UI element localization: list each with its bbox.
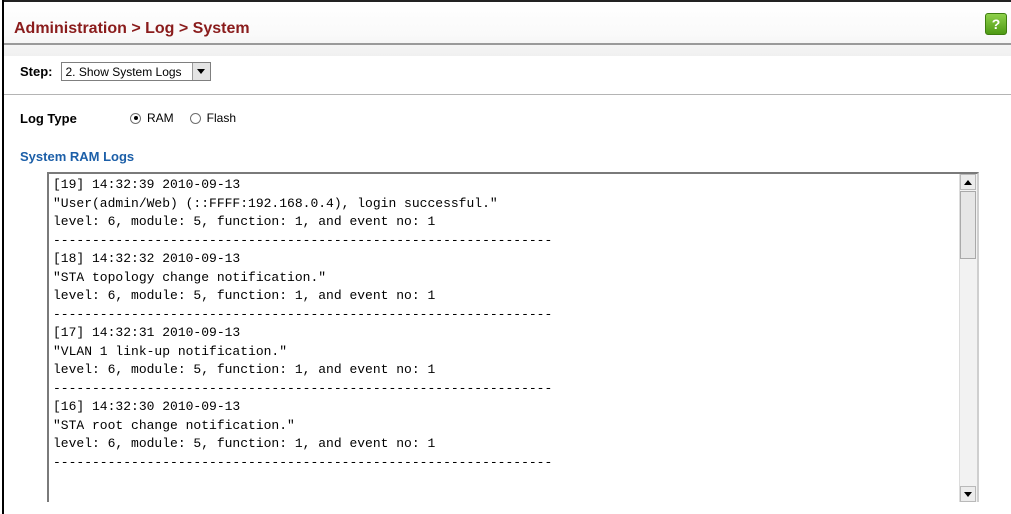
log-line: ----------------------------------------… — [53, 306, 553, 322]
log-type-flash-option[interactable]: Flash — [189, 111, 237, 125]
log-type-row: Log Type RAM Flash — [20, 107, 252, 129]
log-line: level: 6, module: 5, function: 1, and ev… — [53, 436, 436, 451]
radio-ram-label: RAM — [147, 111, 174, 125]
title-bar: Administration > Log > System ? — [4, 0, 1011, 56]
log-line: [17] 14:32:31 2010-09-13 — [53, 325, 241, 340]
log-line: ----------------------------------------… — [53, 380, 553, 396]
title-divider — [4, 43, 1011, 45]
log-type-ram-option[interactable]: RAM — [130, 111, 174, 125]
radio-flash[interactable] — [189, 112, 201, 124]
log-type-label: Log Type — [20, 110, 77, 126]
log-line: "User(admin/Web) (::FFFF:192.168.0.4), l… — [53, 195, 498, 211]
step-label: Step: — [20, 63, 53, 79]
log-line: "STA topology change notification." — [53, 269, 327, 285]
step-select-value: 2. Show System Logs — [65, 64, 182, 79]
help-icon[interactable]: ? — [985, 13, 1007, 35]
section-title: System RAM Logs — [20, 149, 135, 164]
log-line: "STA root change notification." — [53, 417, 295, 433]
log-line: ----------------------------------------… — [53, 232, 553, 248]
log-line: level: 6, module: 5, function: 1, and ev… — [53, 362, 436, 377]
log-line: [19] 14:32:39 2010-09-13 — [53, 177, 241, 192]
log-line: ----------------------------------------… — [53, 454, 553, 470]
log-content: [19] 14:32:39 2010-09-13 "User(admin/Web)… — [53, 176, 953, 496]
vertical-scrollbar[interactable] — [959, 174, 977, 502]
step-divider — [4, 94, 1011, 95]
page-title: Administration > Log > System — [14, 20, 250, 37]
scroll-down-arrow-icon[interactable] — [960, 486, 976, 502]
log-line: level: 6, module: 5, function: 1, and ev… — [53, 288, 436, 303]
step-select[interactable]: 2. Show System Logs — [60, 61, 211, 81]
radio-ram[interactable] — [130, 112, 141, 124]
log-line: [18] 14:32:32 2010-09-13 — [53, 251, 241, 266]
chevron-down-icon[interactable] — [191, 62, 210, 80]
step-row: Step: 2. Show System Logs — [20, 60, 211, 82]
page-frame-border — [2, 0, 4, 514]
radio-flash-label: Flash — [206, 111, 237, 125]
system-log-textarea[interactable]: [19] 14:32:39 2010-09-13 "User(admin/Web)… — [47, 172, 979, 502]
scroll-up-arrow-icon[interactable] — [960, 174, 976, 190]
log-line: level: 6, module: 5, function: 1, and ev… — [53, 214, 436, 229]
scroll-thumb[interactable] — [960, 191, 976, 259]
log-line: "VLAN 1 link-up notification." — [53, 343, 288, 359]
log-line: [16] 14:32:30 2010-09-13 — [53, 399, 241, 414]
